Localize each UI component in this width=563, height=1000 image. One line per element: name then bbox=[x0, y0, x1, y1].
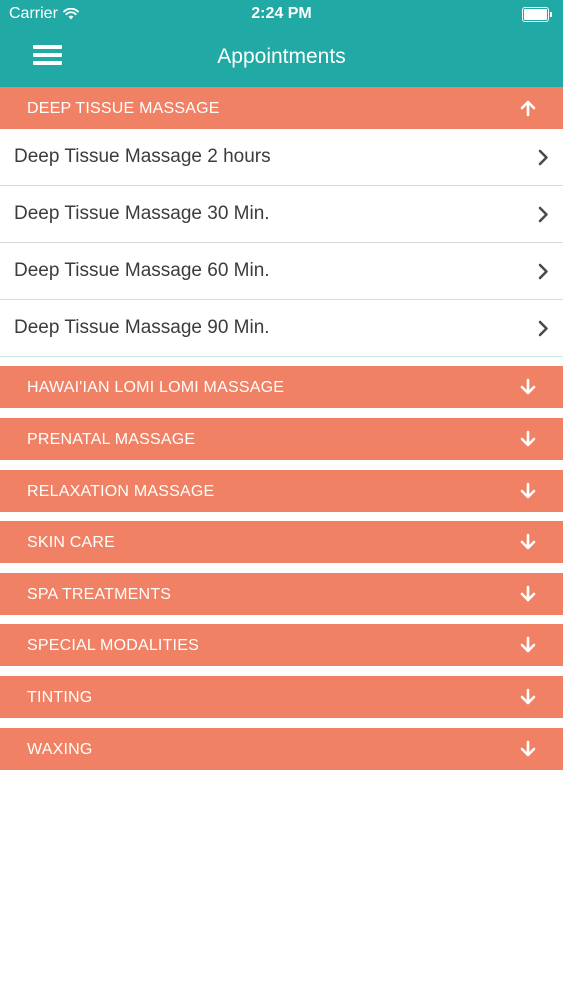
nav-bar: Appointments bbox=[0, 30, 563, 87]
battery-icon bbox=[522, 7, 553, 22]
arrow-down-icon bbox=[519, 378, 537, 396]
arrow-down-icon bbox=[519, 533, 537, 551]
chevron-right-icon bbox=[537, 206, 549, 223]
arrow-down-icon bbox=[519, 688, 537, 706]
app-screen: Carrier 2:24 PM Appointments DEEP TISSUE… bbox=[0, 0, 563, 1000]
arrow-down-icon bbox=[519, 585, 537, 603]
chevron-right-icon bbox=[537, 263, 549, 280]
arrow-down-icon bbox=[519, 430, 537, 448]
category-skin-care[interactable]: SKIN CARE bbox=[0, 521, 563, 563]
status-time: 2:24 PM bbox=[251, 5, 312, 22]
category-tinting[interactable]: TINTING bbox=[0, 676, 563, 718]
service-row[interactable]: Deep Tissue Massage 30 Min. bbox=[0, 186, 563, 243]
service-row[interactable]: Deep Tissue Massage 2 hours bbox=[0, 129, 563, 186]
service-label: Deep Tissue Massage 60 Min. bbox=[14, 260, 270, 281]
category-label: TINTING bbox=[27, 689, 93, 706]
arrow-down-icon bbox=[519, 482, 537, 500]
category-relaxation-massage[interactable]: RELAXATION MASSAGE bbox=[0, 470, 563, 512]
status-bar: Carrier 2:24 PM bbox=[0, 0, 563, 30]
category-deep-tissue-massage[interactable]: DEEP TISSUE MASSAGE bbox=[0, 87, 563, 129]
service-label: Deep Tissue Massage 30 Min. bbox=[14, 203, 270, 224]
arrow-down-icon bbox=[519, 636, 537, 654]
service-row[interactable]: Deep Tissue Massage 60 Min. bbox=[0, 243, 563, 300]
chevron-right-icon bbox=[537, 149, 549, 166]
category-special-modalities[interactable]: SPECIAL MODALITIES bbox=[0, 624, 563, 666]
arrow-down-icon bbox=[519, 740, 537, 758]
category-label: HAWAI'IAN LOMI LOMI MASSAGE bbox=[27, 379, 285, 396]
app-header: Carrier 2:24 PM Appointments bbox=[0, 0, 563, 87]
chevron-right-icon bbox=[537, 320, 549, 337]
category-spa-treatments[interactable]: SPA TREATMENTS bbox=[0, 573, 563, 615]
arrow-up-icon bbox=[519, 99, 537, 117]
category-hawaiian-lomi-lomi-massage[interactable]: HAWAI'IAN LOMI LOMI MASSAGE bbox=[0, 366, 563, 408]
category-label: RELAXATION MASSAGE bbox=[27, 483, 215, 500]
service-row[interactable]: Deep Tissue Massage 90 Min. bbox=[0, 300, 563, 357]
category-label: SKIN CARE bbox=[27, 534, 116, 551]
category-label: PRENATAL MASSAGE bbox=[27, 431, 196, 448]
service-label: Deep Tissue Massage 90 Min. bbox=[14, 317, 270, 338]
category-label: WAXING bbox=[27, 741, 93, 758]
category-prenatal-massage[interactable]: PRENATAL MASSAGE bbox=[0, 418, 563, 460]
category-waxing[interactable]: WAXING bbox=[0, 728, 563, 770]
service-label: Deep Tissue Massage 2 hours bbox=[14, 146, 271, 167]
page-title: Appointments bbox=[217, 45, 346, 68]
category-label: SPA TREATMENTS bbox=[27, 586, 172, 603]
category-label: DEEP TISSUE MASSAGE bbox=[27, 100, 220, 117]
category-label: SPECIAL MODALITIES bbox=[27, 637, 199, 654]
